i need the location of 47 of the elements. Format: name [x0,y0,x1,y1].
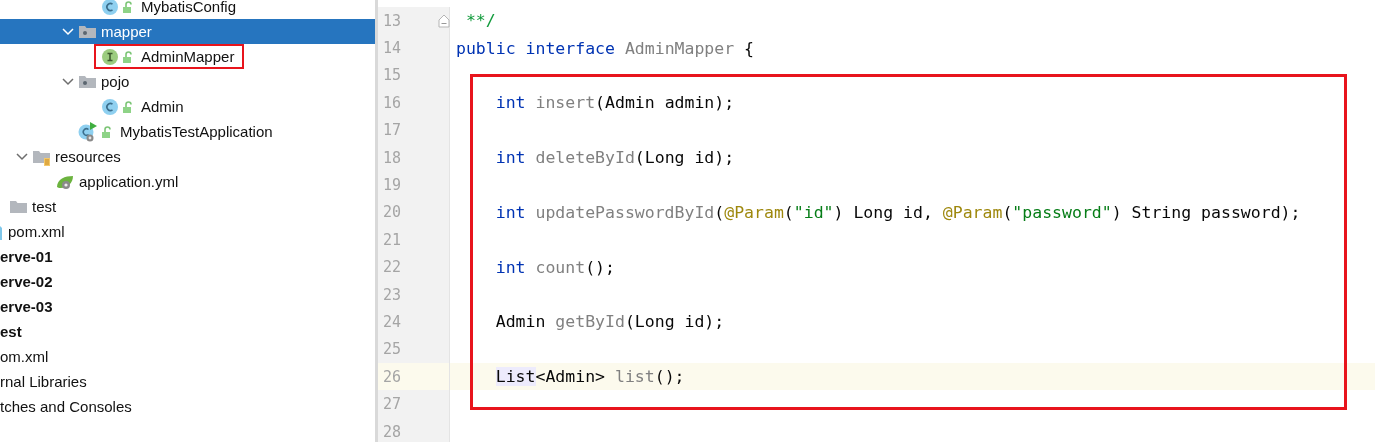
line-number: 27 [383,395,402,414]
code-line: List<Admin> list(); [494,367,685,387]
line-number: 14 [383,39,402,58]
line-number: 13 [383,11,402,30]
line-number: 21 [383,230,402,249]
tree-item[interactable]: application.yml [79,173,179,190]
line-number: 20 [383,203,402,222]
code-line: int count(); [494,257,615,277]
tree-item[interactable]: erve-01 [0,248,53,265]
tree-item[interactable]: est [0,323,22,340]
run-class-icon [78,121,98,142]
tree-item[interactable]: MybatisConfig [141,0,237,15]
line-number: 22 [383,258,402,277]
line-number: 16 [383,93,402,112]
tree-item[interactable]: rnal Libraries [0,373,87,390]
line-number: 26 [383,367,402,386]
class-icon [101,0,119,16]
tree-item[interactable]: test [32,198,57,215]
code-line: public interface AdminMapper { [456,38,755,58]
code-line: **/ [464,11,496,31]
tree-item[interactable]: Admin [141,98,184,115]
tree-item[interactable]: erve-02 [0,273,53,290]
tree-item[interactable]: om.xml [0,348,49,365]
code-line: int deleteById(Long id); [494,148,735,168]
code-line: Admin getById(Long id); [494,312,725,332]
tree-item[interactable]: MybatisTestApplication [120,123,273,140]
chevron-icon[interactable] [16,152,28,161]
line-number: 28 [383,422,402,441]
tree-item[interactable]: resources [55,148,121,165]
class-icon [101,97,119,116]
tree-item[interactable]: mapper [101,23,152,40]
line-number: 19 [383,176,402,195]
line-number: 18 [383,148,402,167]
tree-item[interactable]: tches and Consoles [0,398,132,415]
code-line: int insert(Admin admin); [494,93,735,113]
tree-item[interactable]: pojo [101,73,130,90]
interface-icon [101,47,119,66]
line-number: 17 [383,121,402,140]
line-number: 25 [383,340,402,359]
line-number: 23 [383,285,402,304]
tree-item[interactable]: AdminMapper [141,48,235,65]
chevron-icon[interactable] [62,77,74,86]
line-number: 15 [383,66,402,85]
line-number: 24 [383,313,402,331]
tree-item[interactable]: erve-03 [0,298,53,315]
tree-item[interactable]: pom.xml [8,223,65,240]
code-line: int updatePasswordById(@Param("id") Long id, @Param("password") String password); [494,202,1301,222]
